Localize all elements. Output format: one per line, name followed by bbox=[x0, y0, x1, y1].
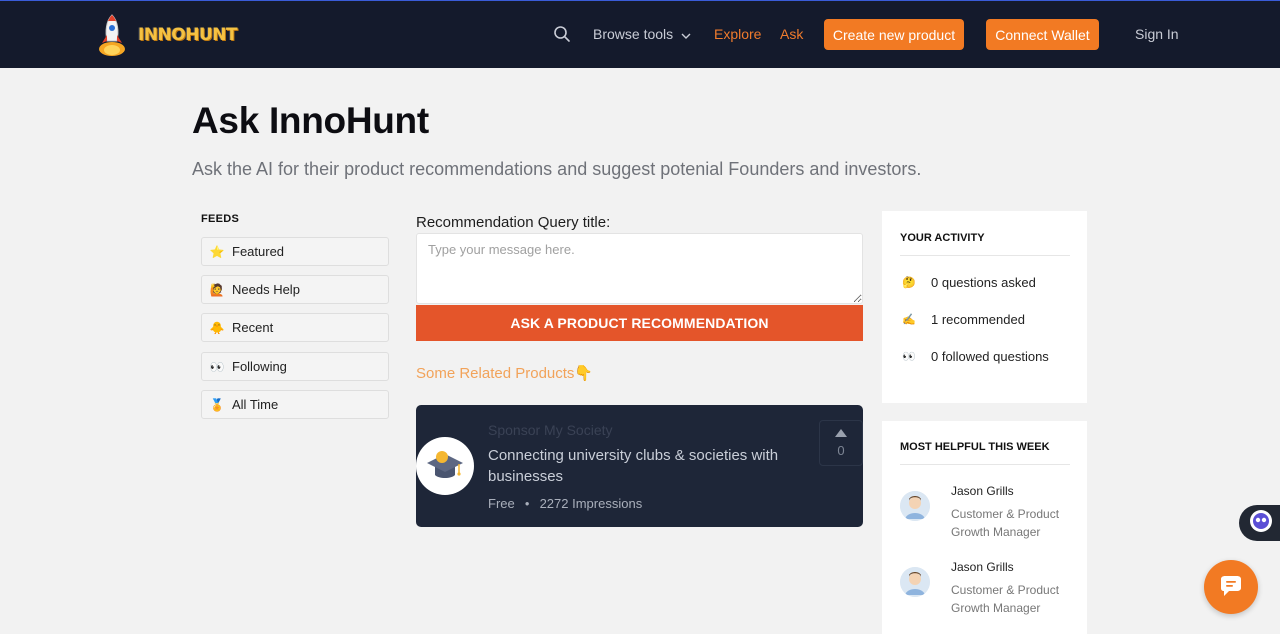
query-message-input[interactable] bbox=[416, 233, 863, 304]
upvote-arrow-icon bbox=[835, 428, 847, 437]
top-navbar: INNOHUNT Browse tools Explore Ask Create… bbox=[0, 0, 1280, 68]
raised-hand-icon: 🙋 bbox=[209, 282, 225, 297]
separator-dot: ● bbox=[524, 499, 530, 508]
feed-item-label: Needs Help bbox=[232, 282, 300, 297]
vote-count: 0 bbox=[837, 442, 845, 458]
feed-item-label: All Time bbox=[232, 397, 279, 412]
activity-recommended: ✍️ 1 recommended bbox=[902, 312, 1025, 327]
avatar bbox=[900, 491, 930, 521]
thinking-face-icon: 🤔 bbox=[902, 277, 916, 289]
query-title-label: Recommendation Query title: bbox=[416, 214, 611, 231]
create-product-button[interactable]: Create new product bbox=[824, 19, 964, 50]
product-meta: Free ● 2272 Impressions bbox=[488, 496, 642, 511]
feed-item-following[interactable]: 👀 Following bbox=[201, 352, 389, 381]
activity-label: 0 followed questions bbox=[931, 349, 1049, 364]
helper-role: Customer & Product Growth Manager bbox=[951, 583, 1060, 615]
your-activity-panel: YOUR ACTIVITY 🤔 0 questions asked ✍️ 1 r… bbox=[882, 211, 1087, 403]
chick-icon: 🐥 bbox=[209, 320, 225, 335]
medal-icon: 🏅 bbox=[209, 397, 225, 412]
product-name[interactable]: Sponsor My Society bbox=[488, 422, 613, 438]
rocket-logo-icon bbox=[94, 13, 130, 57]
search-icon[interactable] bbox=[553, 25, 571, 43]
feed-item-label: Featured bbox=[232, 244, 285, 259]
divider bbox=[900, 464, 1070, 465]
feed-item-featured[interactable]: ⭐ Featured bbox=[201, 237, 389, 266]
product-price: Free bbox=[488, 496, 515, 511]
upvote-button[interactable]: 0 bbox=[819, 420, 863, 466]
sign-in-link[interactable]: Sign In bbox=[1135, 26, 1179, 42]
connect-wallet-button[interactable]: Connect Wallet bbox=[986, 19, 1099, 50]
activity-questions-asked: 🤔 0 questions asked bbox=[902, 275, 1036, 290]
star-icon: ⭐ bbox=[209, 244, 225, 259]
helper-role: Customer & Product Growth Manager bbox=[951, 507, 1060, 539]
feed-item-all-time[interactable]: 🏅 All Time bbox=[201, 390, 389, 419]
browse-tools-menu[interactable]: Browse tools bbox=[593, 26, 691, 42]
feeds-heading: FEEDS bbox=[201, 213, 240, 225]
chat-bubble-icon[interactable] bbox=[1204, 560, 1258, 614]
assistant-bot-tab[interactable] bbox=[1239, 505, 1280, 541]
feed-item-label: Following bbox=[232, 359, 287, 374]
feed-item-needs-help[interactable]: 🙋 Needs Help bbox=[201, 275, 389, 304]
activity-label: 0 questions asked bbox=[931, 275, 1036, 290]
activity-heading: YOUR ACTIVITY bbox=[900, 232, 985, 244]
chevron-down-icon bbox=[681, 26, 691, 42]
helper-name[interactable]: Jason Grills bbox=[951, 560, 1014, 574]
most-helpful-heading: MOST HELPFUL THIS WEEK bbox=[900, 441, 1050, 453]
ask-link[interactable]: Ask bbox=[780, 26, 803, 42]
bot-face-icon bbox=[1249, 509, 1273, 538]
feed-item-label: Recent bbox=[232, 320, 274, 335]
eyes-icon: 👀 bbox=[902, 351, 916, 363]
graduation-cap-icon bbox=[416, 437, 474, 495]
related-products-heading: Some Related Products👇 bbox=[416, 365, 594, 382]
divider bbox=[900, 255, 1070, 256]
helper-item[interactable]: Jason Grills Customer & Product Growth M… bbox=[900, 560, 1075, 620]
eyes-icon: 👀 bbox=[209, 359, 225, 374]
helper-item[interactable]: Jason Grills Customer & Product Growth M… bbox=[900, 484, 1075, 544]
product-impressions: 2272 Impressions bbox=[539, 496, 643, 511]
logo-text: INNOHUNT bbox=[138, 25, 238, 45]
writing-hand-icon: ✍️ bbox=[902, 314, 916, 326]
explore-link[interactable]: Explore bbox=[714, 26, 761, 42]
product-card[interactable]: Sponsor My Society Connecting university… bbox=[416, 405, 863, 527]
logo[interactable]: INNOHUNT bbox=[94, 13, 238, 57]
browse-tools-label: Browse tools bbox=[593, 26, 674, 42]
activity-followed-questions: 👀 0 followed questions bbox=[902, 349, 1049, 364]
page-subtitle: Ask the AI for their product recommendat… bbox=[192, 159, 922, 179]
page-title: Ask InnoHunt bbox=[192, 100, 429, 141]
product-description: Connecting university clubs & societies … bbox=[488, 447, 779, 485]
feed-item-recent[interactable]: 🐥 Recent bbox=[201, 313, 389, 342]
avatar bbox=[900, 567, 930, 597]
ask-recommendation-button[interactable]: ASK A PRODUCT RECOMMENDATION bbox=[416, 305, 863, 341]
activity-label: 1 recommended bbox=[931, 312, 1025, 327]
most-helpful-panel: MOST HELPFUL THIS WEEK Jason Grills Cust… bbox=[882, 421, 1087, 634]
helper-name[interactable]: Jason Grills bbox=[951, 484, 1014, 498]
